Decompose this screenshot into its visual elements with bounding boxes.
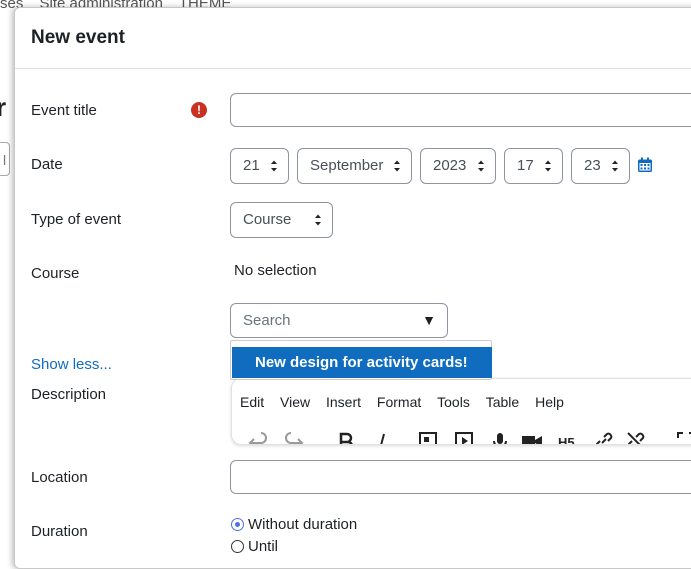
- month-select-value: September: [310, 157, 384, 174]
- editor-menu-view[interactable]: View: [280, 394, 310, 410]
- date-label: Date: [31, 156, 63, 173]
- location-label: Location: [31, 469, 88, 486]
- course-suggestion-dropdown: New design for activity cards!: [230, 340, 492, 380]
- course-search-box[interactable]: ▼: [230, 303, 448, 338]
- editor-menu-table[interactable]: Table: [486, 394, 519, 410]
- select-arrows-icon: [394, 160, 400, 172]
- media-icon[interactable]: [454, 431, 474, 445]
- background-input: l c: [0, 142, 10, 176]
- editor-menu-format[interactable]: Format: [377, 394, 421, 410]
- year-select[interactable]: 2023: [420, 148, 496, 184]
- modal-header: New event: [15, 8, 691, 69]
- required-icon: !: [191, 102, 207, 118]
- type-of-event-label: Type of event: [31, 211, 122, 228]
- minute-select-value: 23: [584, 157, 601, 174]
- select-arrows-icon: [315, 214, 321, 226]
- h5p-icon[interactable]: H5: [558, 431, 578, 445]
- hour-select-value: 17: [517, 157, 534, 174]
- course-label: Course: [31, 265, 80, 282]
- editor-menu-help[interactable]: Help: [535, 394, 564, 410]
- select-arrows-icon: [545, 160, 551, 172]
- editor-menu-edit[interactable]: Edit: [240, 394, 264, 410]
- undo-icon[interactable]: [248, 431, 268, 445]
- new-event-modal: New event Event title ! Date 21 Septembe…: [14, 7, 691, 569]
- background-heading: r: [0, 92, 7, 122]
- month-select[interactable]: September: [297, 148, 412, 184]
- year-select-value: 2023: [433, 157, 467, 174]
- editor-menu-insert[interactable]: Insert: [326, 394, 361, 410]
- description-editor[interactable]: Edit View Insert Format Tools Table Help…: [231, 378, 691, 445]
- modal-title: New event: [31, 27, 125, 48]
- select-arrows-icon: [478, 160, 484, 172]
- without-duration-radio[interactable]: [231, 518, 244, 531]
- select-arrows-icon: [612, 160, 618, 172]
- hour-select[interactable]: 17: [504, 148, 563, 184]
- italic-icon[interactable]: [372, 431, 392, 445]
- location-input[interactable]: [230, 460, 691, 494]
- editor-menubar: Edit View Insert Format Tools Table Help: [240, 394, 576, 410]
- show-less-link[interactable]: Show less...: [31, 356, 112, 373]
- redo-icon[interactable]: [284, 431, 304, 445]
- link-icon[interactable]: [594, 431, 614, 445]
- course-selection-status: No selection: [234, 262, 317, 279]
- without-duration-label[interactable]: Without duration: [248, 516, 357, 533]
- description-label: Description: [31, 386, 107, 403]
- until-label[interactable]: Until: [248, 538, 278, 555]
- editor-menu-tools[interactable]: Tools: [437, 394, 470, 410]
- select-arrows-icon: [271, 160, 277, 172]
- until-radio[interactable]: [231, 540, 244, 553]
- course-search-input[interactable]: [231, 304, 435, 337]
- duration-label: Duration: [31, 523, 88, 540]
- video-camera-icon[interactable]: [522, 431, 542, 445]
- day-select-value: 21: [243, 157, 260, 174]
- chevron-down-icon[interactable]: ▼: [422, 312, 436, 328]
- minute-select[interactable]: 23: [571, 148, 630, 184]
- bold-icon[interactable]: [336, 431, 356, 445]
- microphone-icon[interactable]: [490, 431, 510, 445]
- fullscreen-icon[interactable]: [676, 431, 691, 445]
- day-select[interactable]: 21: [230, 148, 289, 184]
- event-title-label: Event title: [31, 102, 97, 119]
- svg-text:H5: H5: [558, 435, 575, 445]
- unlink-icon[interactable]: [626, 431, 646, 445]
- event-title-input[interactable]: [230, 93, 691, 127]
- image-icon[interactable]: [418, 431, 438, 445]
- type-of-event-select[interactable]: Course: [230, 202, 333, 238]
- type-of-event-value: Course: [243, 211, 292, 228]
- calendar-icon[interactable]: [637, 157, 653, 173]
- course-suggestion-item[interactable]: New design for activity cards!: [232, 347, 492, 378]
